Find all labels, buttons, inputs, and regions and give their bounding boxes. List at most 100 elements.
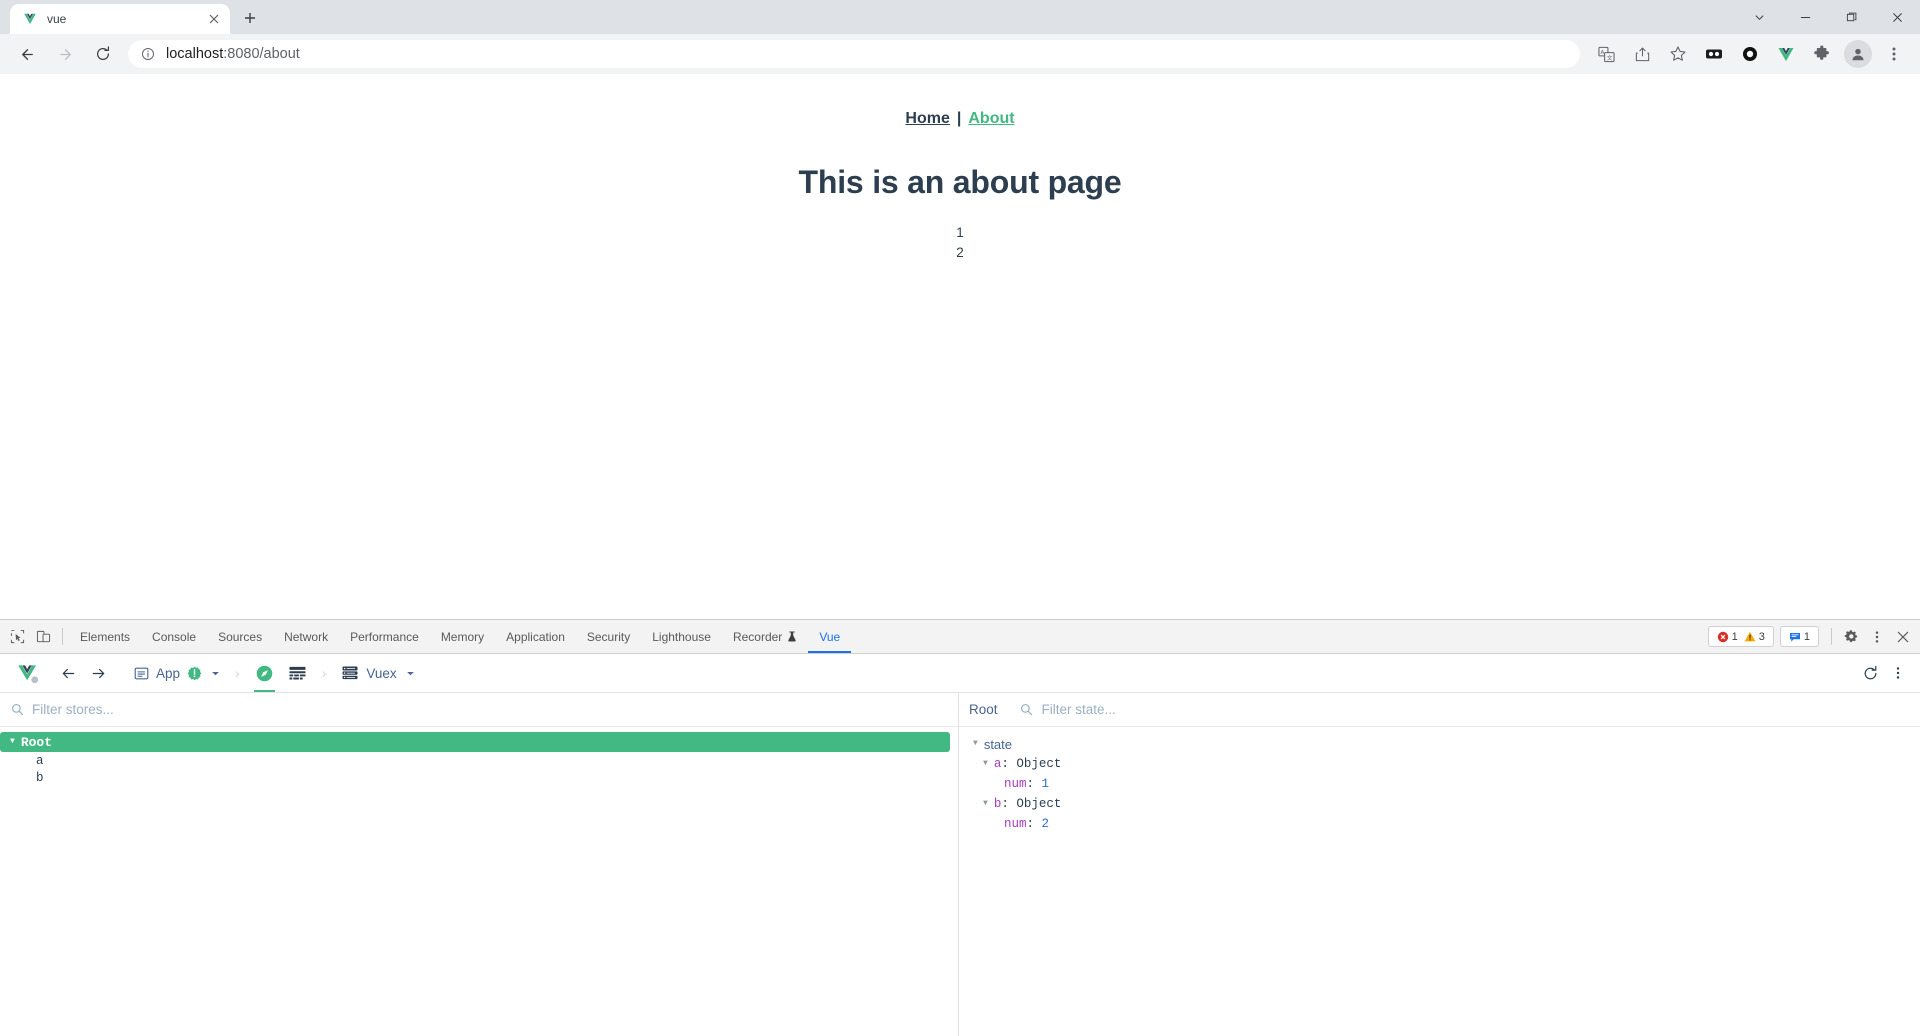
address-bar[interactable]: localhost:8080/about bbox=[128, 40, 1580, 68]
timeline-icon[interactable] bbox=[281, 655, 314, 692]
triangle-expanded-icon[interactable]: ▼ bbox=[10, 738, 15, 746]
state-entry-type: Object bbox=[1016, 797, 1062, 811]
browser-window: vue localhost:8080/about A 文 Home | Abou… bbox=[0, 0, 1920, 1036]
tab-application[interactable]: Application bbox=[495, 621, 576, 653]
translate-icon[interactable]: A 文 bbox=[1592, 40, 1620, 68]
state-pane: Root ▼ state bbox=[959, 693, 1920, 1036]
error-counter[interactable]: 1 bbox=[1717, 631, 1738, 643]
vue-devtools-extension-icon[interactable] bbox=[1772, 40, 1800, 68]
warning-count: 3 bbox=[1758, 630, 1765, 643]
tab-performance[interactable]: Performance bbox=[339, 621, 430, 653]
window-controls bbox=[1736, 0, 1920, 34]
state-prop-key: num bbox=[1004, 817, 1027, 831]
message-counter[interactable]: 1 bbox=[1789, 631, 1810, 643]
browser-toolbar: localhost:8080/about A 文 bbox=[0, 34, 1920, 74]
state-prop-value: 1 bbox=[1041, 777, 1050, 791]
tab-sources[interactable]: Sources bbox=[207, 621, 273, 653]
message-counter-group[interactable]: 1 bbox=[1779, 626, 1819, 647]
tab-strip: vue bbox=[0, 0, 1920, 34]
vue-forward-arrow-icon[interactable] bbox=[83, 655, 113, 692]
divider bbox=[1831, 628, 1832, 645]
new-tab-button[interactable] bbox=[236, 4, 264, 32]
vue-logo-icon bbox=[10, 655, 53, 692]
vue-logo-icon bbox=[22, 11, 38, 27]
triangle-expanded-icon[interactable]: ▼ bbox=[983, 800, 988, 808]
close-icon[interactable] bbox=[206, 11, 222, 27]
devtools-status-actions: 1 3 1 bbox=[1707, 624, 1916, 650]
triangle-expanded-icon[interactable]: ▼ bbox=[973, 740, 978, 748]
device-toolbar-icon[interactable] bbox=[30, 624, 56, 650]
chrome-menu-icon[interactable] bbox=[1880, 40, 1908, 68]
divider bbox=[62, 628, 63, 645]
bookmark-star-icon[interactable] bbox=[1664, 40, 1692, 68]
warning-counter[interactable]: 3 bbox=[1744, 631, 1765, 643]
inspect-element-icon[interactable] bbox=[4, 624, 30, 650]
reload-icon[interactable] bbox=[87, 38, 119, 70]
maximize-icon[interactable] bbox=[1828, 0, 1874, 34]
issue-counters[interactable]: 1 3 bbox=[1707, 626, 1774, 647]
state-values: 1 2 bbox=[0, 223, 1920, 262]
store-child-label: b bbox=[36, 770, 44, 785]
state-prop-row-a-num[interactable]: num: 1 bbox=[959, 774, 1920, 794]
state-tree: ▼ state ▼ a: Object num: 1 ▼ b: Object n… bbox=[959, 727, 1920, 1036]
store-row-root[interactable]: ▼ Root bbox=[0, 732, 950, 752]
settings-gear-icon[interactable] bbox=[1838, 624, 1864, 650]
close-devtools-icon[interactable] bbox=[1890, 624, 1916, 650]
state-prop-row-b-num[interactable]: num: 2 bbox=[959, 814, 1920, 834]
plugin-selector-vuex[interactable]: Vuex bbox=[334, 655, 421, 692]
lastpass-extension-icon[interactable] bbox=[1700, 40, 1728, 68]
address-bar-url: localhost:8080/about bbox=[166, 46, 300, 62]
extensions-puzzle-icon[interactable] bbox=[1808, 40, 1836, 68]
back-arrow-icon[interactable] bbox=[11, 38, 43, 70]
plugin-selector-label: Vuex bbox=[366, 665, 397, 681]
refresh-icon[interactable] bbox=[1856, 659, 1884, 687]
store-child-b[interactable]: b bbox=[0, 769, 958, 786]
triangle-expanded-icon[interactable]: ▼ bbox=[983, 760, 988, 768]
devtools-menu-icon[interactable] bbox=[1864, 624, 1890, 650]
minimize-icon[interactable] bbox=[1782, 0, 1828, 34]
page-viewport: Home | About This is an about page 1 2 bbox=[0, 74, 1920, 619]
vue-panel-menu-icon[interactable] bbox=[1884, 659, 1912, 687]
state-value-b: 2 bbox=[956, 244, 964, 260]
tab-lighthouse[interactable]: Lighthouse bbox=[641, 621, 722, 653]
state-entry-row-a[interactable]: ▼ a: Object bbox=[959, 754, 1920, 774]
info-circle-icon[interactable] bbox=[140, 46, 156, 62]
close-window-icon[interactable] bbox=[1874, 0, 1920, 34]
filter-state-input[interactable] bbox=[1041, 702, 1910, 717]
components-compass-icon[interactable] bbox=[248, 655, 281, 692]
filter-stores-input[interactable] bbox=[32, 702, 948, 717]
store-child-a[interactable]: a bbox=[0, 752, 958, 769]
stores-pane: ▼ Root a b bbox=[0, 693, 959, 1036]
nav-link-about[interactable]: About bbox=[965, 110, 1017, 127]
tab-console[interactable]: Console bbox=[141, 621, 207, 653]
tab-vue[interactable]: Vue bbox=[808, 621, 851, 653]
state-pane-title: Root bbox=[969, 702, 998, 717]
tab-recorder[interactable]: Recorder bbox=[722, 621, 808, 653]
circle-extension-icon[interactable] bbox=[1736, 40, 1764, 68]
state-filter-bar: Root bbox=[959, 693, 1920, 727]
chevron-down-icon bbox=[406, 669, 415, 678]
tab-network[interactable]: Network bbox=[273, 621, 339, 653]
state-value-a: 1 bbox=[956, 225, 964, 240]
tab-memory[interactable]: Memory bbox=[430, 621, 495, 653]
app-selector[interactable]: App bbox=[127, 655, 227, 692]
message-count: 1 bbox=[1803, 630, 1810, 643]
svg-text:文: 文 bbox=[1606, 53, 1612, 61]
state-entry-row-b[interactable]: ▼ b: Object bbox=[959, 794, 1920, 814]
tab-search-chevron-icon[interactable] bbox=[1736, 0, 1782, 34]
vue-back-arrow-icon[interactable] bbox=[53, 655, 83, 692]
vue-panel-body: ▼ Root a b Root bbox=[0, 693, 1920, 1036]
state-entry-key: a bbox=[993, 757, 1002, 771]
stores-tree: ▼ Root a b bbox=[0, 727, 958, 1036]
state-group-row[interactable]: ▼ state bbox=[959, 734, 1920, 754]
nav-link-home[interactable]: Home bbox=[902, 110, 952, 127]
store-row-label: Root bbox=[20, 734, 53, 750]
toolbar-separator: › bbox=[235, 665, 240, 681]
state-prop-key: num bbox=[1004, 777, 1027, 791]
browser-tab[interactable]: vue bbox=[10, 4, 230, 34]
tab-security[interactable]: Security bbox=[576, 621, 641, 653]
share-icon[interactable] bbox=[1628, 40, 1656, 68]
tab-elements[interactable]: Elements bbox=[69, 621, 141, 653]
forward-arrow-icon[interactable] bbox=[49, 38, 81, 70]
profile-avatar-icon[interactable] bbox=[1844, 40, 1872, 68]
